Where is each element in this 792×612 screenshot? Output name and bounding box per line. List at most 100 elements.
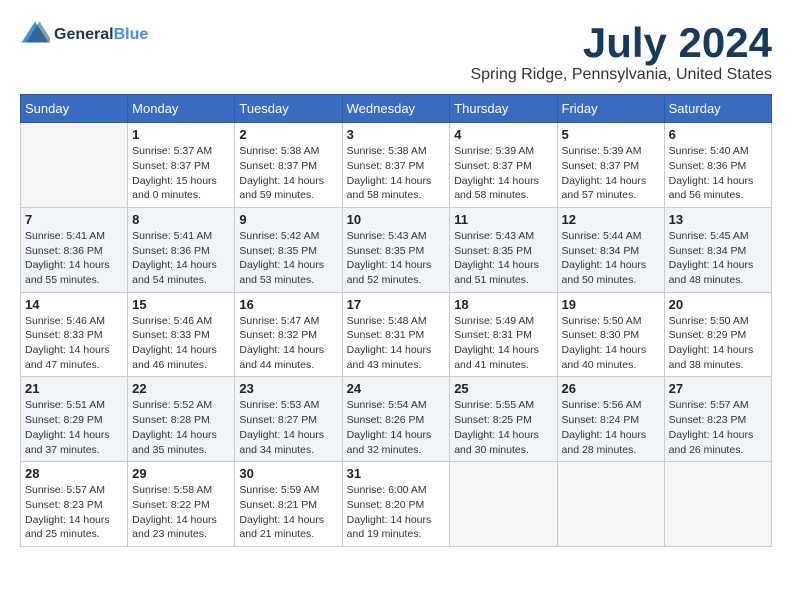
calendar-day-cell: 19 Sunrise: 5:50 AM Sunset: 8:30 PM Dayli…: [557, 292, 664, 377]
day-info: Sunrise: 5:39 AM Sunset: 8:37 PM Dayligh…: [562, 144, 660, 203]
calendar-week-row: 7 Sunrise: 5:41 AM Sunset: 8:36 PM Daylig…: [21, 207, 772, 292]
day-info: Sunrise: 5:58 AM Sunset: 8:22 PM Dayligh…: [132, 483, 230, 542]
calendar-day-cell: 12Sunrise: 5:44 AM Sunset: 8:34 PM Dayli…: [557, 207, 664, 292]
calendar-day-cell: 23 Sunrise: 5:53 AM Sunset: 8:27 PM Dayli…: [235, 377, 342, 462]
calendar-day-cell: 29 Sunrise: 5:58 AM Sunset: 8:22 PM Dayli…: [128, 462, 235, 547]
day-info: Sunrise: 5:50 AM Sunset: 8:29 PM Dayligh…: [669, 314, 767, 373]
calendar-day-cell: 7 Sunrise: 5:41 AM Sunset: 8:36 PM Daylig…: [21, 207, 128, 292]
day-info: Sunrise: 5:42 AM Sunset: 8:35 PM Dayligh…: [239, 229, 337, 288]
day-info: Sunrise: 5:56 AM Sunset: 8:24 PM Dayligh…: [562, 398, 660, 457]
weekday-header: Thursday: [450, 95, 557, 123]
day-number: 30: [239, 466, 337, 481]
calendar-day-cell: 20 Sunrise: 5:50 AM Sunset: 8:29 PM Dayli…: [664, 292, 771, 377]
calendar-week-row: 28 Sunrise: 5:57 AM Sunset: 8:23 PM Dayli…: [21, 462, 772, 547]
calendar-day-cell: 15Sunrise: 5:46 AM Sunset: 8:33 PM Dayli…: [128, 292, 235, 377]
calendar-week-row: 1 Sunrise: 5:37 AM Sunset: 8:37 PM Daylig…: [21, 123, 772, 208]
day-number: 5: [562, 127, 660, 142]
day-info: Sunrise: 5:51 AM Sunset: 8:29 PM Dayligh…: [25, 398, 123, 457]
calendar-week-row: 14 Sunrise: 5:46 AM Sunset: 8:33 PM Dayli…: [21, 292, 772, 377]
day-info: Sunrise: 5:50 AM Sunset: 8:30 PM Dayligh…: [562, 314, 660, 373]
weekday-header: Sunday: [21, 95, 128, 123]
calendar-day-cell: 31 Sunrise: 6:00 AM Sunset: 8:20 PM Dayli…: [342, 462, 450, 547]
day-info: Sunrise: 5:37 AM Sunset: 8:37 PM Dayligh…: [132, 144, 230, 203]
day-info: Sunrise: 5:38 AM Sunset: 8:37 PM Dayligh…: [239, 144, 337, 203]
day-number: 23: [239, 381, 337, 396]
calendar-day-cell: 25Sunrise: 5:55 AM Sunset: 8:25 PM Dayli…: [450, 377, 557, 462]
day-number: 11: [454, 212, 552, 227]
calendar-day-cell: 21 Sunrise: 5:51 AM Sunset: 8:29 PM Dayli…: [21, 377, 128, 462]
day-info: Sunrise: 5:40 AM Sunset: 8:36 PM Dayligh…: [669, 144, 767, 203]
day-number: 18: [454, 297, 552, 312]
calendar-day-cell: 27 Sunrise: 5:57 AM Sunset: 8:23 PM Dayli…: [664, 377, 771, 462]
calendar-day-cell: 22Sunrise: 5:52 AM Sunset: 8:28 PM Dayli…: [128, 377, 235, 462]
day-number: 9: [239, 212, 337, 227]
day-info: Sunrise: 5:44 AM Sunset: 8:34 PM Dayligh…: [562, 229, 660, 288]
calendar-day-cell: 11Sunrise: 5:43 AM Sunset: 8:35 PM Dayli…: [450, 207, 557, 292]
calendar-day-cell: 5 Sunrise: 5:39 AM Sunset: 8:37 PM Daylig…: [557, 123, 664, 208]
day-info: Sunrise: 5:57 AM Sunset: 8:23 PM Dayligh…: [25, 483, 123, 542]
day-info: Sunrise: 5:55 AM Sunset: 8:25 PM Dayligh…: [454, 398, 552, 457]
day-number: 19: [562, 297, 660, 312]
day-info: Sunrise: 5:47 AM Sunset: 8:32 PM Dayligh…: [239, 314, 337, 373]
calendar-day-cell: 24 Sunrise: 5:54 AM Sunset: 8:26 PM Dayli…: [342, 377, 450, 462]
calendar-day-cell: 6 Sunrise: 5:40 AM Sunset: 8:36 PM Daylig…: [664, 123, 771, 208]
day-number: 21: [25, 381, 123, 396]
calendar-day-cell: [664, 462, 771, 547]
calendar-week-row: 21 Sunrise: 5:51 AM Sunset: 8:29 PM Dayli…: [21, 377, 772, 462]
calendar-day-cell: 13 Sunrise: 5:45 AM Sunset: 8:34 PM Dayli…: [664, 207, 771, 292]
day-number: 3: [347, 127, 446, 142]
calendar-day-cell: 14 Sunrise: 5:46 AM Sunset: 8:33 PM Dayli…: [21, 292, 128, 377]
day-info: Sunrise: 5:45 AM Sunset: 8:34 PM Dayligh…: [669, 229, 767, 288]
calendar-day-cell: 18Sunrise: 5:49 AM Sunset: 8:31 PM Dayli…: [450, 292, 557, 377]
day-number: 27: [669, 381, 767, 396]
day-number: 26: [562, 381, 660, 396]
day-number: 20: [669, 297, 767, 312]
calendar-day-cell: 26 Sunrise: 5:56 AM Sunset: 8:24 PM Dayli…: [557, 377, 664, 462]
day-info: Sunrise: 5:38 AM Sunset: 8:37 PM Dayligh…: [347, 144, 446, 203]
calendar-day-cell: [21, 123, 128, 208]
day-info: Sunrise: 5:46 AM Sunset: 8:33 PM Dayligh…: [132, 314, 230, 373]
calendar-table: SundayMondayTuesdayWednesdayThursdayFrid…: [20, 94, 772, 547]
calendar-day-cell: 3 Sunrise: 5:38 AM Sunset: 8:37 PM Daylig…: [342, 123, 450, 208]
day-info: Sunrise: 5:57 AM Sunset: 8:23 PM Dayligh…: [669, 398, 767, 457]
calendar-day-cell: 2Sunrise: 5:38 AM Sunset: 8:37 PM Daylig…: [235, 123, 342, 208]
calendar-day-cell: 17Sunrise: 5:48 AM Sunset: 8:31 PM Dayli…: [342, 292, 450, 377]
calendar-day-cell: 4Sunrise: 5:39 AM Sunset: 8:37 PM Daylig…: [450, 123, 557, 208]
logo-text: GeneralBlue: [54, 26, 148, 44]
day-info: Sunrise: 5:46 AM Sunset: 8:33 PM Dayligh…: [25, 314, 123, 373]
calendar-day-cell: [450, 462, 557, 547]
calendar-day-cell: 10Sunrise: 5:43 AM Sunset: 8:35 PM Dayli…: [342, 207, 450, 292]
day-info: Sunrise: 5:41 AM Sunset: 8:36 PM Dayligh…: [25, 229, 123, 288]
day-number: 7: [25, 212, 123, 227]
day-number: 13: [669, 212, 767, 227]
weekday-header: Wednesday: [342, 95, 450, 123]
calendar-day-cell: 28 Sunrise: 5:57 AM Sunset: 8:23 PM Dayli…: [21, 462, 128, 547]
day-info: Sunrise: 5:52 AM Sunset: 8:28 PM Dayligh…: [132, 398, 230, 457]
calendar-day-cell: 8Sunrise: 5:41 AM Sunset: 8:36 PM Daylig…: [128, 207, 235, 292]
weekday-header: Monday: [128, 95, 235, 123]
calendar-day-cell: 1 Sunrise: 5:37 AM Sunset: 8:37 PM Daylig…: [128, 123, 235, 208]
location: Spring Ridge, Pennsylvania, United State…: [470, 66, 772, 84]
day-info: Sunrise: 6:00 AM Sunset: 8:20 PM Dayligh…: [347, 483, 446, 542]
day-number: 29: [132, 466, 230, 481]
day-number: 14: [25, 297, 123, 312]
day-info: Sunrise: 5:39 AM Sunset: 8:37 PM Dayligh…: [454, 144, 552, 203]
calendar-day-cell: 9 Sunrise: 5:42 AM Sunset: 8:35 PM Daylig…: [235, 207, 342, 292]
month-title: July 2024: [470, 20, 772, 66]
day-info: Sunrise: 5:43 AM Sunset: 8:35 PM Dayligh…: [347, 229, 446, 288]
day-info: Sunrise: 5:53 AM Sunset: 8:27 PM Dayligh…: [239, 398, 337, 457]
day-info: Sunrise: 5:54 AM Sunset: 8:26 PM Dayligh…: [347, 398, 446, 457]
calendar-day-cell: 16 Sunrise: 5:47 AM Sunset: 8:32 PM Dayli…: [235, 292, 342, 377]
calendar-day-cell: 30 Sunrise: 5:59 AM Sunset: 8:21 PM Dayli…: [235, 462, 342, 547]
day-number: 24: [347, 381, 446, 396]
day-number: 16: [239, 297, 337, 312]
page-header: GeneralBlue July 2024 Spring Ridge, Penn…: [20, 20, 772, 84]
logo: GeneralBlue: [20, 20, 148, 50]
day-number: 31: [347, 466, 446, 481]
day-info: Sunrise: 5:48 AM Sunset: 8:31 PM Dayligh…: [347, 314, 446, 373]
day-number: 28: [25, 466, 123, 481]
day-number: 6: [669, 127, 767, 142]
day-number: 1: [132, 127, 230, 142]
day-info: Sunrise: 5:59 AM Sunset: 8:21 PM Dayligh…: [239, 483, 337, 542]
weekday-header: Tuesday: [235, 95, 342, 123]
